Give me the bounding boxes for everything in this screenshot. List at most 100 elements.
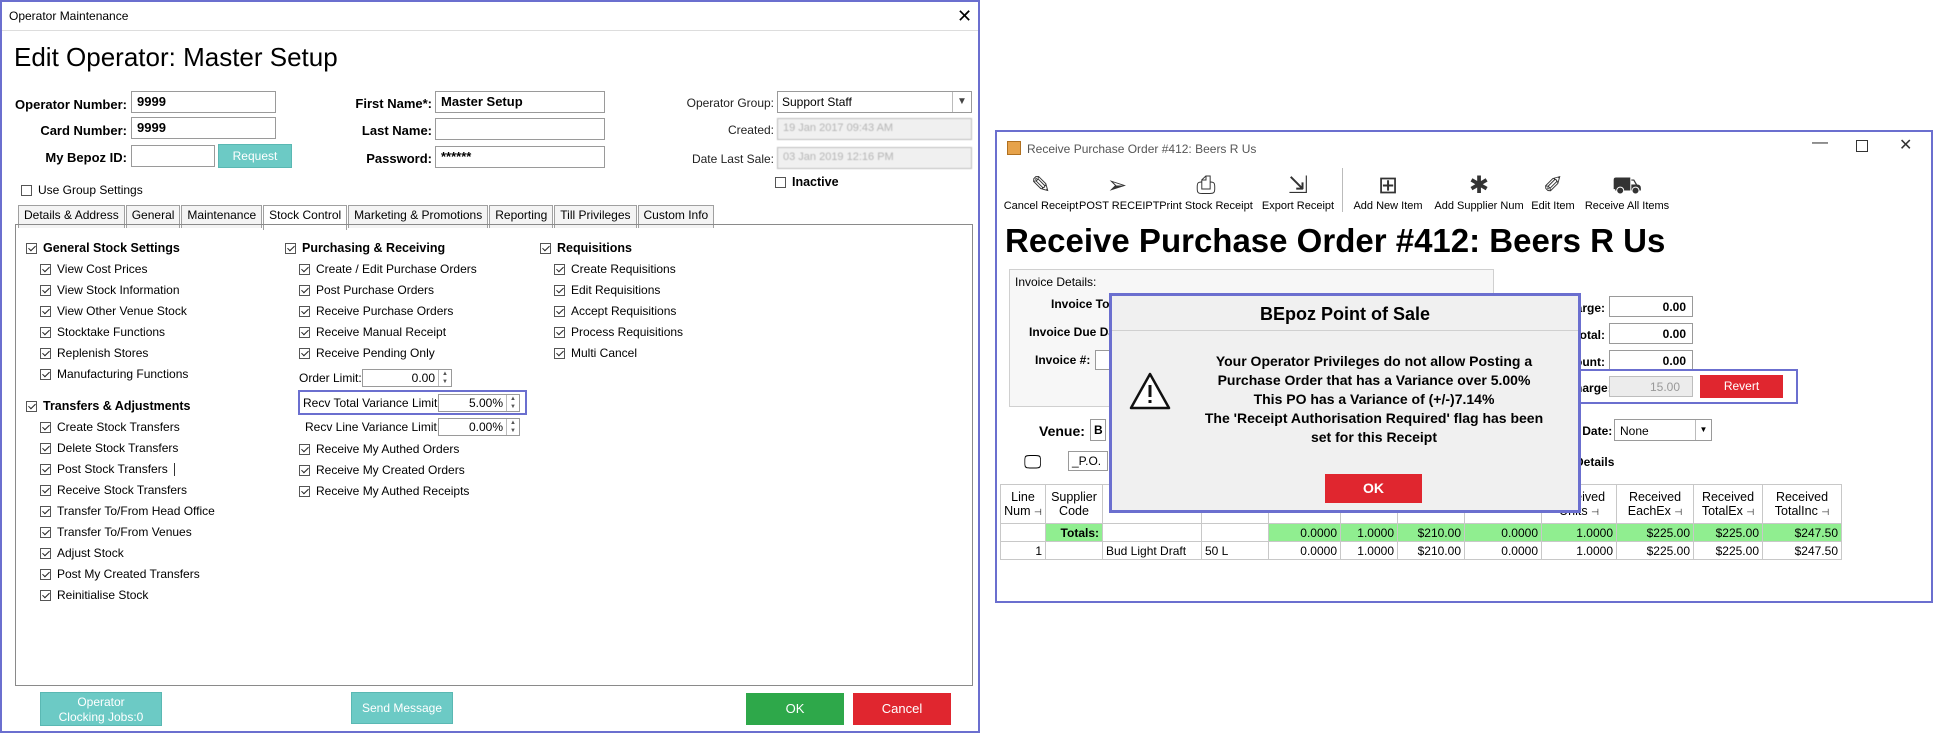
use-group-settings-checkbox[interactable]: Use Group Settings bbox=[21, 183, 143, 197]
checkbox-icon[interactable] bbox=[299, 464, 310, 476]
grid-cell[interactable]: 0.0000 bbox=[1268, 541, 1341, 560]
recv-line-variance-spinner[interactable]: 0.00% ▲ ▼ bbox=[438, 418, 520, 436]
grid-cell[interactable]: 0.0000 bbox=[1464, 541, 1542, 560]
stock-apply-date-select[interactable]: None ▼ bbox=[1614, 419, 1712, 441]
requisitions-checkbox[interactable]: Requisitions bbox=[540, 241, 632, 255]
checkbox-icon[interactable] bbox=[40, 505, 51, 517]
post-po-checkbox[interactable]: Post Purchase Orders bbox=[299, 283, 434, 297]
grid-cell[interactable]: $225.00 bbox=[1693, 541, 1763, 560]
create-stock-transfers-checkbox[interactable]: Create Stock Transfers bbox=[40, 420, 180, 434]
operator-number-field[interactable]: 9999 bbox=[131, 91, 276, 113]
grid-cell[interactable]: Bud Light Draft bbox=[1102, 541, 1202, 560]
column-header[interactable]: Received EachEx ⊣ bbox=[1616, 484, 1694, 524]
finance-charge-field[interactable]: 0.00 bbox=[1609, 296, 1693, 317]
checkbox-icon[interactable] bbox=[299, 485, 310, 497]
receive-manual-receipt-checkbox[interactable]: Receive Manual Receipt bbox=[299, 325, 446, 339]
purchasing-receiving-checkbox[interactable]: Purchasing & Receiving bbox=[285, 241, 445, 255]
checkbox-icon[interactable] bbox=[40, 368, 51, 380]
receive-my-created-orders-checkbox[interactable]: Receive My Created Orders bbox=[299, 463, 465, 477]
checkbox-icon[interactable] bbox=[40, 421, 51, 433]
inactive-checkbox[interactable]: Inactive bbox=[775, 175, 839, 189]
my-bepoz-id-field[interactable] bbox=[131, 145, 215, 167]
post-stock-transfers-checkbox[interactable]: Post Stock Transfers bbox=[40, 462, 175, 476]
add-new-item-button[interactable]: ⊞ Add New Item bbox=[1347, 172, 1429, 212]
grid-cell[interactable]: $225.00 bbox=[1616, 541, 1694, 560]
checkbox-icon[interactable] bbox=[554, 326, 565, 338]
export-receipt-button[interactable]: ⇲ Export Receipt bbox=[1259, 172, 1337, 212]
general-stock-settings-checkbox[interactable]: General Stock Settings bbox=[26, 241, 180, 255]
table-row[interactable]: 1 Bud Light Draft 50 L 0.0000 1.0000 $21… bbox=[1000, 541, 1842, 560]
last-name-field[interactable] bbox=[435, 118, 605, 140]
manufacturing-functions-checkbox[interactable]: Manufacturing Functions bbox=[40, 367, 188, 381]
first-name-field[interactable]: Master Setup bbox=[435, 91, 605, 113]
checkbox-icon[interactable] bbox=[40, 463, 51, 475]
process-requisitions-checkbox[interactable]: Process Requisitions bbox=[554, 325, 683, 339]
checkbox-icon[interactable] bbox=[26, 400, 37, 412]
edit-requisitions-checkbox[interactable]: Edit Requisitions bbox=[554, 283, 660, 297]
checkbox-icon[interactable] bbox=[540, 242, 551, 254]
ok-button[interactable]: OK bbox=[746, 693, 844, 725]
print-stock-receipt-button[interactable]: ⎙ Print Stock Receipt bbox=[1157, 172, 1255, 212]
card-number-field[interactable]: 9999 bbox=[131, 117, 276, 139]
freight-total-field[interactable]: 0.00 bbox=[1609, 323, 1693, 344]
sort-icon[interactable]: ⊣ bbox=[1034, 507, 1042, 517]
sort-icon[interactable]: ⊣ bbox=[1821, 507, 1829, 517]
dialog-ok-button[interactable]: OK bbox=[1325, 474, 1422, 503]
spinner-arrows-icon[interactable]: ▲ ▼ bbox=[438, 370, 451, 386]
checkbox-icon[interactable] bbox=[40, 484, 51, 496]
maximize-icon[interactable] bbox=[1856, 140, 1868, 152]
checkbox-icon[interactable] bbox=[299, 284, 310, 296]
grid-cell[interactable]: 50 L bbox=[1201, 541, 1269, 560]
checkbox-icon[interactable] bbox=[40, 589, 51, 601]
venue-select[interactable]: B bbox=[1090, 419, 1106, 441]
grid-cell[interactable] bbox=[1045, 541, 1103, 560]
checkbox-icon[interactable] bbox=[299, 326, 310, 338]
transfers-adjustments-checkbox[interactable]: Transfers & Adjustments bbox=[26, 399, 191, 413]
replenish-stores-checkbox[interactable]: Replenish Stores bbox=[40, 346, 148, 360]
checkbox-icon[interactable] bbox=[40, 442, 51, 454]
view-other-venue-stock-checkbox[interactable]: View Other Venue Stock bbox=[40, 304, 187, 318]
checkbox-icon[interactable] bbox=[40, 547, 51, 559]
chevron-down-icon[interactable]: ▼ bbox=[1695, 420, 1711, 440]
view-cost-prices-checkbox[interactable]: View Cost Prices bbox=[40, 262, 147, 276]
checkbox-icon[interactable] bbox=[299, 347, 310, 359]
checkbox-icon[interactable] bbox=[40, 305, 51, 317]
column-header[interactable]: Line Num ⊣ bbox=[1000, 484, 1046, 524]
invoice-discount-field[interactable]: 0.00 bbox=[1609, 350, 1693, 371]
receive-my-authed-receipts-checkbox[interactable]: Receive My Authed Receipts bbox=[299, 484, 469, 498]
checkbox-icon[interactable] bbox=[40, 263, 51, 275]
transfer-venues-checkbox[interactable]: Transfer To/From Venues bbox=[40, 525, 192, 539]
checkbox-icon[interactable] bbox=[21, 184, 32, 196]
cancel-receipt-button[interactable]: ✎ Cancel Receipt bbox=[1003, 172, 1079, 212]
post-receipt-button[interactable]: ➢ POST RECEIPT bbox=[1079, 172, 1159, 212]
request-button[interactable]: Request bbox=[218, 144, 292, 168]
checkbox-icon[interactable] bbox=[554, 347, 565, 359]
receive-pending-only-checkbox[interactable]: Receive Pending Only bbox=[299, 346, 435, 360]
revert-button[interactable]: Revert bbox=[1700, 375, 1783, 398]
grid-cell[interactable]: 1 bbox=[1000, 541, 1046, 560]
grid-cell[interactable]: 1.0000 bbox=[1541, 541, 1617, 560]
preview-icon[interactable]: 🖵 bbox=[1024, 452, 1041, 473]
po-field[interactable]: _P.O. bbox=[1068, 451, 1108, 471]
post-my-created-transfers-checkbox[interactable]: Post My Created Transfers bbox=[40, 567, 200, 581]
adjust-stock-checkbox[interactable]: Adjust Stock bbox=[40, 546, 124, 560]
create-edit-po-checkbox[interactable]: Create / Edit Purchase Orders bbox=[299, 262, 477, 276]
spinner-arrows-icon[interactable]: ▲ ▼ bbox=[506, 395, 519, 411]
multi-cancel-checkbox[interactable]: Multi Cancel bbox=[554, 346, 637, 360]
checkbox-icon[interactable] bbox=[285, 242, 296, 254]
checkbox-icon[interactable] bbox=[554, 263, 565, 275]
recv-total-variance-spinner[interactable]: 5.00% ▲ ▼ bbox=[438, 394, 520, 412]
receive-po-checkbox[interactable]: Receive Purchase Orders bbox=[299, 304, 453, 318]
stocktake-functions-checkbox[interactable]: Stocktake Functions bbox=[40, 325, 165, 339]
receive-my-authed-orders-checkbox[interactable]: Receive My Authed Orders bbox=[299, 442, 459, 456]
checkbox-icon[interactable] bbox=[299, 305, 310, 317]
grid-cell[interactable]: 1.0000 bbox=[1340, 541, 1398, 560]
create-requisitions-checkbox[interactable]: Create Requisitions bbox=[554, 262, 676, 276]
operator-clocking-jobs-button[interactable]: Operator Clocking Jobs:0 bbox=[40, 692, 162, 726]
column-header[interactable]: Received TotalEx ⊣ bbox=[1693, 484, 1763, 524]
operator-group-select[interactable]: Support Staff ▼ bbox=[777, 91, 972, 113]
checkbox-icon[interactable] bbox=[40, 347, 51, 359]
grid-cell[interactable]: $210.00 bbox=[1397, 541, 1465, 560]
checkbox-icon[interactable] bbox=[40, 568, 51, 580]
checkbox-icon[interactable] bbox=[775, 176, 786, 188]
